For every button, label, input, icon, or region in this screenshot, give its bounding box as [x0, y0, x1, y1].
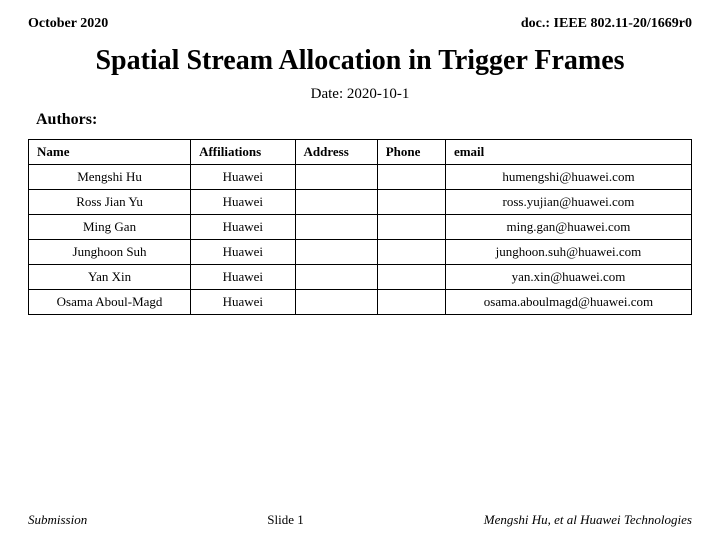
footer-slide: Slide 1	[267, 512, 303, 528]
header-date: October 2020	[28, 16, 108, 32]
cell-name: Ross Jian Yu	[29, 189, 191, 214]
table-row: Osama Aboul-MagdHuawei osama.aboulmagd@hu…	[29, 289, 692, 314]
header-row: October 2020 doc.: IEEE 802.11-20/1669r0	[28, 16, 692, 32]
cell-affiliation: Huawei	[191, 239, 295, 264]
cell-email: ming.gan@huawei.com	[445, 214, 691, 239]
cell-email: humengshi@huawei.com	[445, 164, 691, 189]
cell-name: Junghoon Suh	[29, 239, 191, 264]
footer: Submission Slide 1 Mengshi Hu, et al Hua…	[28, 504, 692, 528]
cell-phone	[377, 164, 445, 189]
cell-phone	[377, 189, 445, 214]
cell-address	[295, 264, 377, 289]
col-header-name: Name	[29, 139, 191, 164]
table-header-row: Name Affiliations Address Phone email	[29, 139, 692, 164]
cell-affiliation: Huawei	[191, 264, 295, 289]
cell-name: Osama Aboul-Magd	[29, 289, 191, 314]
cell-address	[295, 289, 377, 314]
date-line: Date: 2020-10-1	[28, 86, 692, 103]
cell-address	[295, 214, 377, 239]
cell-phone	[377, 264, 445, 289]
col-header-address: Address	[295, 139, 377, 164]
cell-affiliation: Huawei	[191, 189, 295, 214]
cell-affiliation: Huawei	[191, 214, 295, 239]
cell-name: Mengshi Hu	[29, 164, 191, 189]
table-row: Mengshi HuHuawei humengshi@huawei.com	[29, 164, 692, 189]
table-row: Yan XinHuawei yan.xin@huawei.com	[29, 264, 692, 289]
authors-label: Authors:	[36, 111, 692, 129]
cell-name: Yan Xin	[29, 264, 191, 289]
col-header-affiliations: Affiliations	[191, 139, 295, 164]
cell-email: ross.yujian@huawei.com	[445, 189, 691, 214]
footer-author: Mengshi Hu, et al Huawei Technologies	[484, 512, 692, 528]
cell-affiliation: Huawei	[191, 164, 295, 189]
cell-address	[295, 164, 377, 189]
table-row: Ross Jian YuHuawei ross.yujian@huawei.com	[29, 189, 692, 214]
page: October 2020 doc.: IEEE 802.11-20/1669r0…	[0, 0, 720, 540]
cell-email: junghoon.suh@huawei.com	[445, 239, 691, 264]
cell-affiliation: Huawei	[191, 289, 295, 314]
cell-phone	[377, 289, 445, 314]
cell-phone	[377, 239, 445, 264]
cell-name: Ming Gan	[29, 214, 191, 239]
footer-submission: Submission	[28, 512, 87, 528]
cell-address	[295, 239, 377, 264]
col-header-email: email	[445, 139, 691, 164]
table-row: Ming GanHuawei ming.gan@huawei.com	[29, 214, 692, 239]
cell-email: osama.aboulmagd@huawei.com	[445, 289, 691, 314]
authors-table: Name Affiliations Address Phone email Me…	[28, 139, 692, 315]
header-doc: doc.: IEEE 802.11-20/1669r0	[521, 16, 692, 32]
cell-phone	[377, 214, 445, 239]
col-header-phone: Phone	[377, 139, 445, 164]
table-row: Junghoon SuhHuawei junghoon.suh@huawei.co…	[29, 239, 692, 264]
cell-address	[295, 189, 377, 214]
page-title: Spatial Stream Allocation in Trigger Fra…	[28, 44, 692, 78]
cell-email: yan.xin@huawei.com	[445, 264, 691, 289]
